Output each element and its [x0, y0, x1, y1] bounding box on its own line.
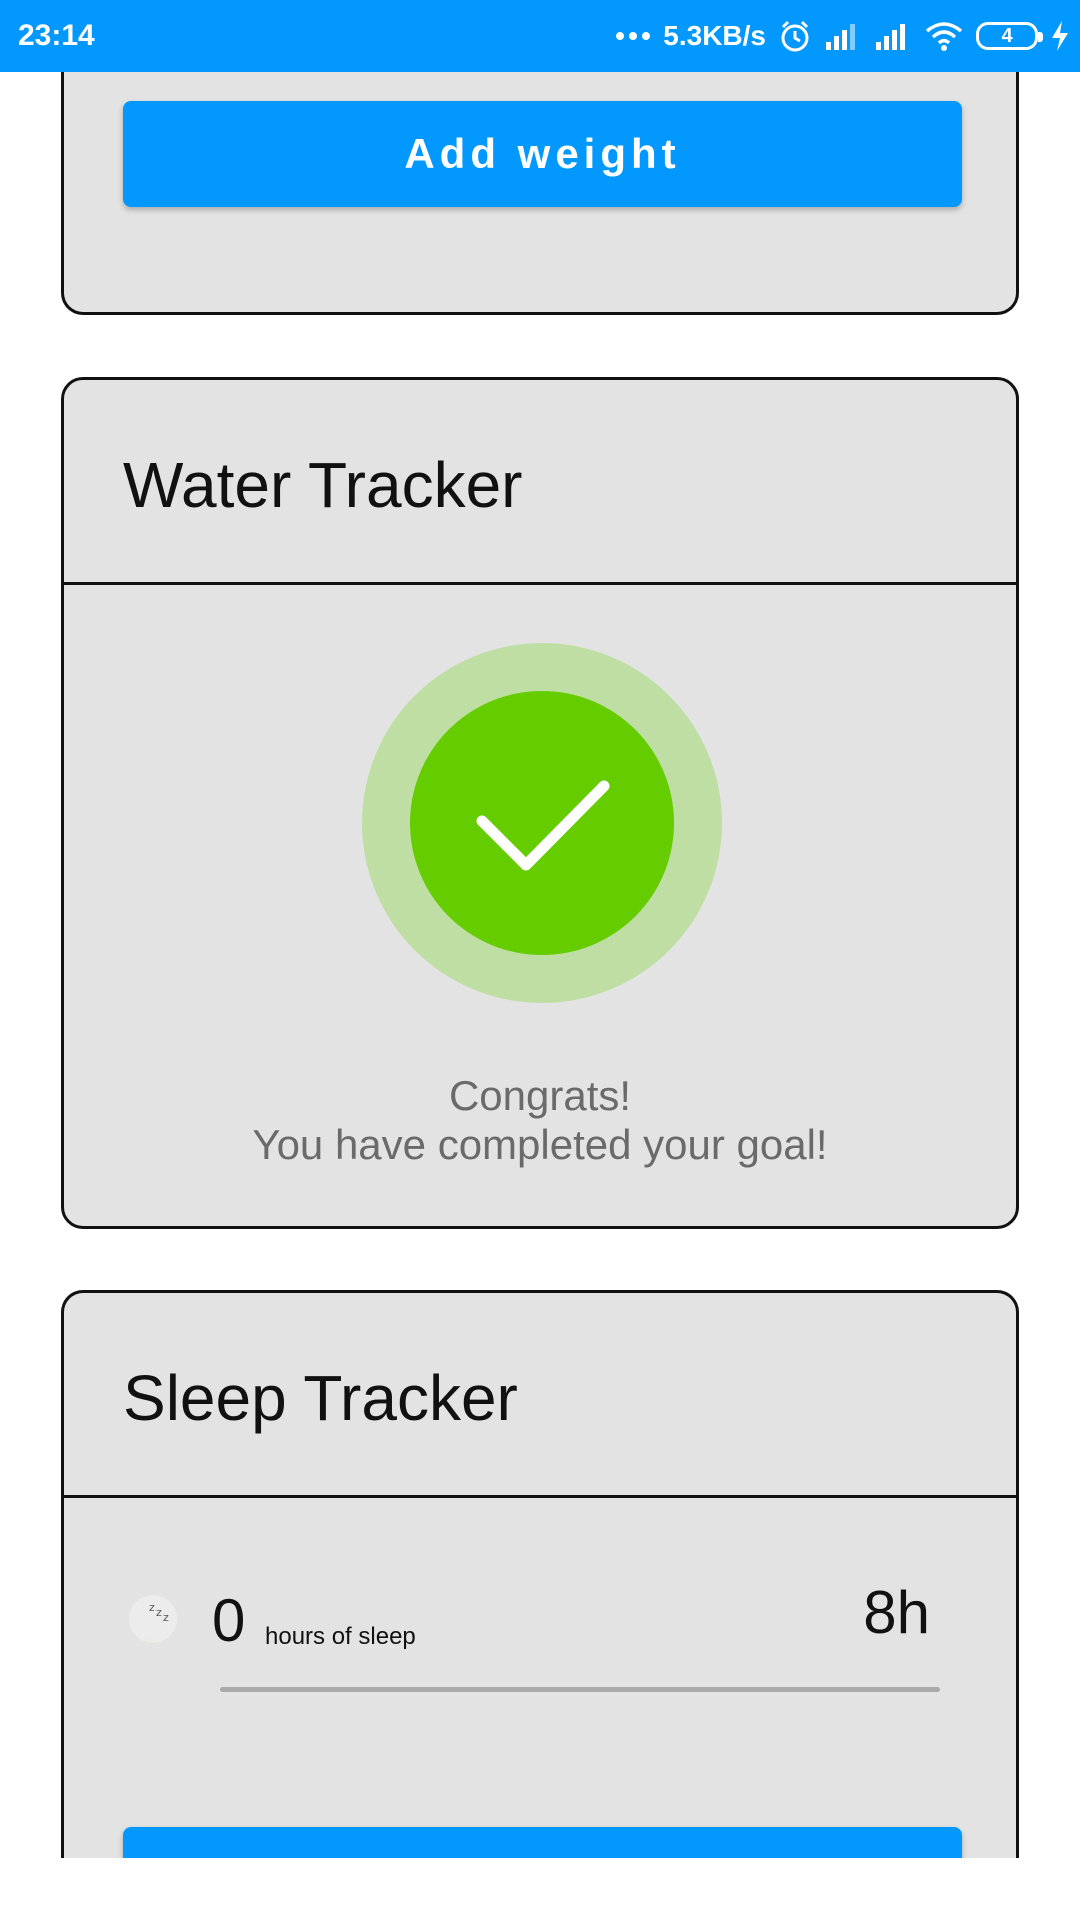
add-sleep-button[interactable]: Add sleep [123, 1827, 962, 1858]
battery-icon: 4 [976, 22, 1043, 50]
svg-text:z: z [149, 1601, 155, 1614]
moon-sleep-icon: z z z [124, 1595, 177, 1646]
status-time: 23:14 [18, 19, 95, 52]
sleep-progress-bar [220, 1687, 940, 1692]
svg-text:z: z [163, 1611, 169, 1624]
water-tracker-card: Water Tracker Congrats! You have complet… [61, 377, 1019, 1229]
svg-text:z: z [156, 1606, 162, 1619]
scroll-content[interactable]: Add weight Water Tracker Congrats! You h… [0, 72, 1080, 1858]
sleep-hours-label: hours of sleep [265, 1623, 416, 1650]
sleep-hours-value: 0 [212, 1587, 246, 1654]
battery-level: 4 [1001, 24, 1013, 47]
weight-card: Add weight [61, 72, 1019, 315]
network-speed: 5.3KB/s [663, 20, 766, 51]
sleep-goal-value: 8h [863, 1579, 930, 1646]
water-tracker-title: Water Tracker [123, 449, 523, 521]
add-weight-button[interactable]: Add weight [123, 101, 962, 207]
alarm-icon [781, 20, 809, 52]
wifi-icon [925, 22, 963, 51]
water-card-header: Water Tracker [64, 380, 1016, 585]
congrats-text: Congrats! [448, 1072, 632, 1119]
goal-complete-badge [362, 643, 722, 1003]
signal-icon [876, 24, 905, 50]
status-bar: 23:14 5.3KB/s 4 [0, 0, 1080, 72]
dots-icon [616, 32, 651, 40]
sleep-card-header: Sleep Tracker [64, 1293, 1016, 1498]
goal-complete-text: You have completed your goal! [252, 1121, 828, 1168]
status-icons: 5.3KB/s 4 [615, 0, 1070, 72]
charging-icon [1052, 21, 1068, 51]
sleep-tracker-title: Sleep Tracker [123, 1362, 518, 1434]
signal-icon [826, 24, 855, 50]
checkmark-icon [410, 691, 674, 955]
sleep-tracker-card: Sleep Tracker z z z 0 hours of sleep 8h … [61, 1290, 1019, 1858]
